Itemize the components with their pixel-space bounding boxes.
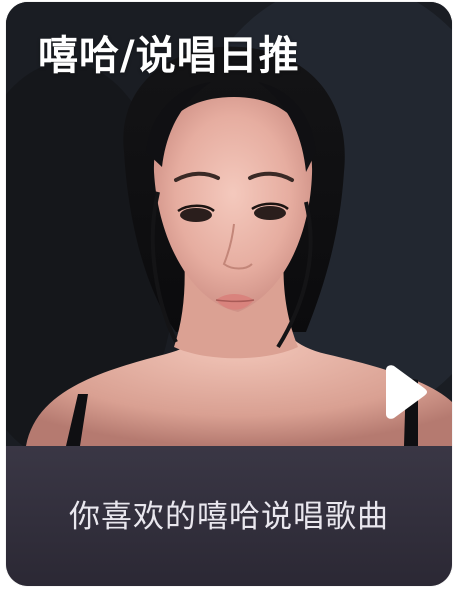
playlist-title: 嘻哈/说唱日推 [38,33,300,79]
playlist-caption-bar: 你喜欢的嘻哈说唱歌曲 [6,446,452,586]
playlist-card[interactable]: 嘻哈/说唱日推 你喜欢的嘻哈说唱歌曲 [6,2,452,586]
playlist-cover-image[interactable]: 嘻哈/说唱日推 [6,2,452,446]
play-icon[interactable] [378,364,428,420]
playlist-description: 你喜欢的嘻哈说唱歌曲 [69,499,389,535]
